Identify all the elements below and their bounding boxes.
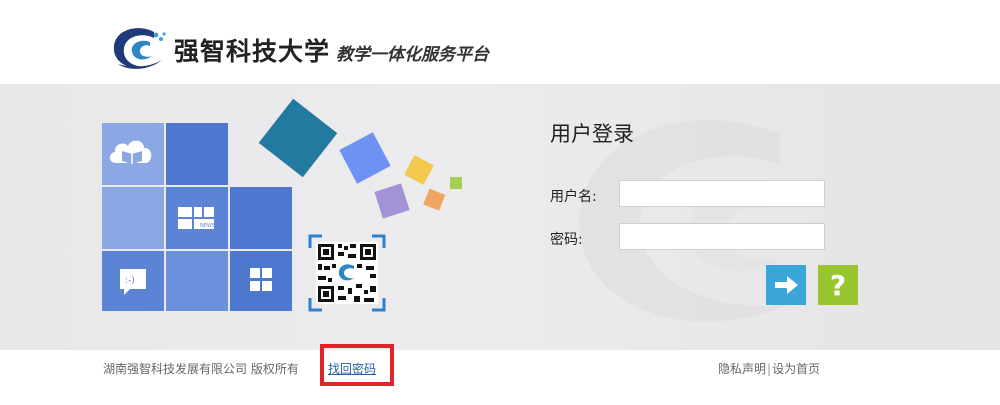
username-label: 用户名: [550, 189, 597, 205]
light-tile[interactable] [102, 187, 164, 249]
university-logo [113, 28, 166, 69]
footer-links: 隐私声明|设为首页 [718, 360, 820, 377]
highlight-box [320, 344, 394, 386]
chat-icon: :-) [120, 269, 146, 295]
username-input[interactable] [619, 180, 825, 207]
login-page: 强智科技大学 教学一体化服务平台 NEWS :-) 用户登录 用户名: 密码: … [0, 0, 1000, 405]
news-label: NEWS [200, 223, 215, 229]
header: 强智科技大学 教学一体化服务平台 [0, 0, 1000, 84]
qr-code [308, 234, 386, 312]
app-grid-icon [250, 268, 272, 291]
decorative-squares [258, 98, 462, 219]
apps-tile[interactable] [230, 251, 292, 311]
chat-tile[interactable]: :-) [102, 251, 164, 311]
ebook-tile[interactable] [102, 123, 164, 185]
login-title: 用户登录 [550, 122, 634, 146]
platform-name: 教学一体化服务平台 [336, 45, 489, 65]
privacy-link[interactable]: 隐私声明 [718, 362, 766, 376]
login-button[interactable] [766, 265, 806, 305]
copyright-text: 湖南强智科技发展有限公司 版权所有 [103, 362, 299, 376]
chat-label: :-) [125, 276, 135, 286]
footer: 湖南强智科技发展有限公司 版权所有 找回密码 隐私声明|设为首页 [0, 350, 1000, 405]
news-icon: NEWS [178, 207, 215, 229]
news-tile[interactable]: NEWS [166, 187, 228, 249]
arrow-right-icon [775, 276, 798, 294]
footer-separator: | [767, 362, 772, 376]
school-name: 强智科技大学 [174, 37, 331, 66]
help-button[interactable]: ? [818, 265, 858, 305]
password-input[interactable] [619, 223, 825, 250]
password-label: 密码: [550, 232, 583, 248]
cloud-book-icon [109, 140, 152, 164]
light-tile-2[interactable] [166, 251, 228, 311]
blue-tile[interactable] [166, 123, 228, 185]
set-homepage-link[interactable]: 设为首页 [772, 362, 820, 376]
